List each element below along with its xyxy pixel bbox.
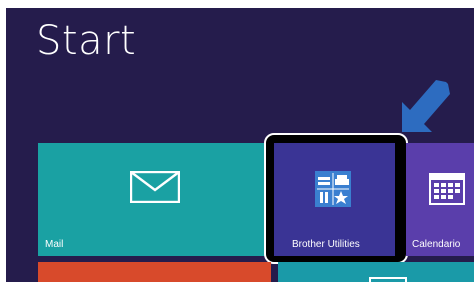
start-screen: Start Mail Brother Utilities Calendario xyxy=(6,8,474,282)
pointer-arrow-icon xyxy=(402,80,450,132)
tile-partial-orange[interactable] xyxy=(38,262,271,282)
tile-brother-utilities[interactable]: Brother Utilities xyxy=(274,143,395,256)
tile-partial-teal[interactable] xyxy=(278,262,474,282)
calendar-icon xyxy=(429,173,465,205)
partial-icon xyxy=(369,277,407,282)
brother-utilities-icon xyxy=(315,171,351,207)
tile-label-calendario: Calendario xyxy=(412,239,461,250)
tile-label-brother-utilities: Brother Utilities xyxy=(292,239,360,250)
mail-icon xyxy=(130,171,180,203)
tile-mail[interactable]: Mail xyxy=(38,143,271,256)
page-title: Start xyxy=(36,18,137,64)
tile-label-mail: Mail xyxy=(45,239,64,250)
tile-calendario[interactable]: Calendario xyxy=(406,143,474,256)
screen: Start Mail Brother Utilities Calendario xyxy=(0,0,474,289)
